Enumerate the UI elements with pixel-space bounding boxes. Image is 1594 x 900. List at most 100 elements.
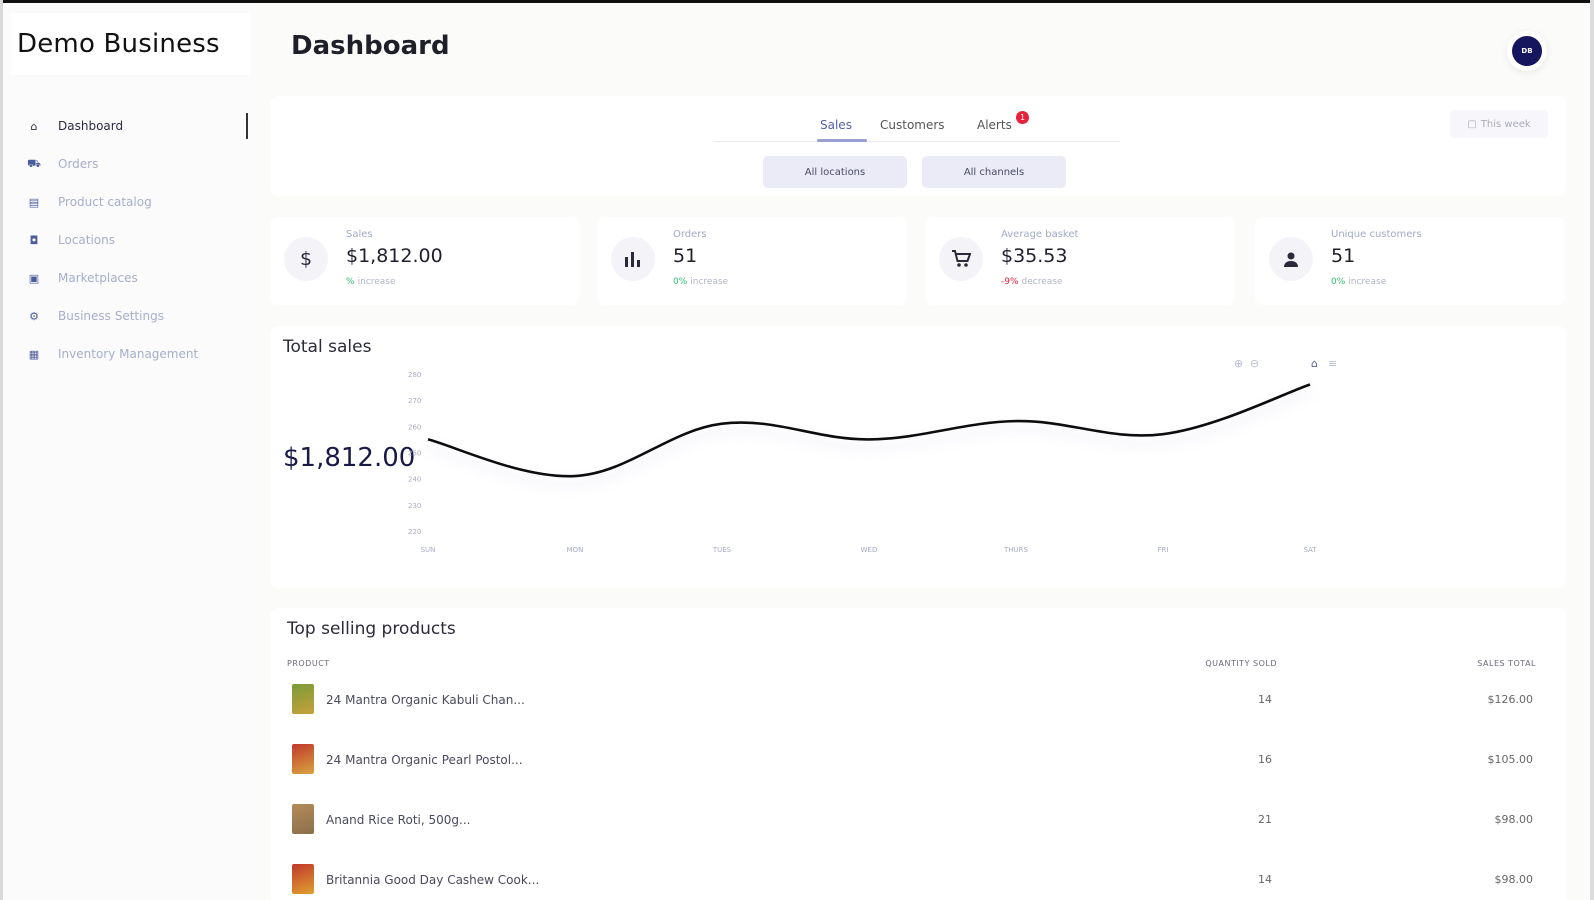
sidebar-item-label: Orders bbox=[58, 157, 99, 171]
sales-series-line bbox=[427, 383, 1311, 478]
tab-customers[interactable]: Customers bbox=[880, 108, 945, 142]
y-tick-label: 250 bbox=[408, 450, 421, 458]
sidebar-item-product-catalog[interactable]: ▤ Product catalog bbox=[3, 183, 253, 221]
avatar-initials: DB bbox=[1512, 36, 1542, 66]
sidebar-item-marketplaces[interactable]: ▣ Marketplaces bbox=[3, 259, 253, 297]
inventory-icon: ▦ bbox=[28, 347, 40, 361]
stat-delta-word: increase bbox=[357, 277, 396, 287]
product-name: 24 Mantra Organic Pearl Postol... bbox=[326, 753, 523, 767]
gear-icon: ⚙ bbox=[29, 309, 39, 323]
quantity-sold: 14 bbox=[1258, 873, 1272, 886]
stat-value: 51 bbox=[1331, 245, 1356, 267]
data-point-tues[interactable] bbox=[718, 420, 726, 428]
table-row[interactable]: 24 Mantra Organic Pearl Postol... 16 $105.… bbox=[270, 731, 1566, 791]
sidebar-item-orders[interactable]: ⛟ Orders bbox=[3, 145, 253, 183]
y-tick-label: 240 bbox=[408, 476, 421, 484]
stat-delta-word: decrease bbox=[1021, 277, 1063, 287]
x-tick-label: SUN bbox=[421, 546, 436, 554]
stat-delta-word: increase bbox=[1348, 277, 1387, 287]
zoom-in-icon[interactable]: ⊕ bbox=[1234, 357, 1243, 370]
table-row[interactable]: 24 Mantra Organic Kabuli Chan... 14 $126.0… bbox=[270, 671, 1566, 731]
quantity-sold: 14 bbox=[1258, 693, 1272, 706]
column-header-product: PRODUCT bbox=[287, 659, 330, 668]
cart-icon: ⛟ bbox=[27, 156, 41, 170]
stat-delta: % increase bbox=[346, 277, 396, 287]
x-tick-label: MON bbox=[567, 546, 584, 554]
cart-icon bbox=[939, 237, 983, 281]
chart-menu-icon[interactable]: ≡ bbox=[1328, 357, 1337, 370]
data-point-sun[interactable] bbox=[424, 435, 432, 443]
zoom-out-icon[interactable]: ⊖ bbox=[1250, 357, 1259, 370]
y-tick-label: 280 bbox=[408, 371, 421, 379]
sales-total: $98.00 bbox=[1494, 873, 1534, 886]
sidebar-item-dashboard[interactable]: ⌂ Dashboard bbox=[3, 107, 253, 145]
stat-card-sales: $ Sales $1,812.00 % increase bbox=[270, 217, 580, 305]
column-header-quantity-sold: QUANTITY SOLD bbox=[1205, 659, 1277, 668]
table-row[interactable]: Anand Rice Roti, 500g... 21 $98.00 bbox=[270, 791, 1566, 851]
sales-total: $126.00 bbox=[1487, 693, 1534, 706]
x-tick-label: TUES bbox=[712, 546, 732, 554]
stat-delta-percent: % bbox=[346, 277, 355, 287]
brand-logo[interactable]: Demo Business bbox=[11, 13, 251, 75]
stat-delta: 0% increase bbox=[673, 277, 728, 287]
total-sales-card: Total sales $1,812.00 ⊕ ⊖ ⌂ ≡ 280 270 260 2… bbox=[270, 326, 1566, 588]
sidebar-nav: ⌂ Dashboard ⛟ Orders ▤ Product catalog ◘ Locati… bbox=[3, 107, 253, 373]
data-point-fri[interactable] bbox=[1159, 430, 1167, 438]
y-tick-label: 220 bbox=[408, 528, 421, 536]
sales-total: $98.00 bbox=[1494, 813, 1534, 826]
product-name: 24 Mantra Organic Kabuli Chan... bbox=[326, 693, 525, 707]
stat-card-average-basket: Average basket $35.53 -9% decrease bbox=[925, 217, 1235, 305]
period-selector-button[interactable]: ▢ This week bbox=[1450, 110, 1548, 138]
chart-toolbar: ⊕ ⊖ ⌂ ≡ bbox=[1234, 357, 1337, 370]
sidebar-item-locations[interactable]: ◘ Locations bbox=[3, 221, 253, 259]
stat-label: Sales bbox=[346, 229, 373, 240]
sidebar-item-business-settings[interactable]: ⚙ Business Settings bbox=[3, 297, 253, 335]
sales-line-chart: ⊕ ⊖ ⌂ ≡ 280 270 260 250 240 230 220 SUN MON TUES W… bbox=[408, 357, 1337, 554]
alerts-count-badge: 1 bbox=[1016, 111, 1029, 124]
stat-value: $1,812.00 bbox=[346, 245, 443, 267]
product-thumbnail bbox=[292, 744, 314, 774]
top-products-card: Top selling products PRODUCT QUANTITY SO… bbox=[270, 608, 1566, 900]
sidebar-item-label: Business Settings bbox=[58, 309, 164, 323]
locations-filter-button[interactable]: All locations bbox=[763, 156, 907, 188]
product-name: Anand Rice Roti, 500g... bbox=[326, 813, 471, 827]
product-name: Britannia Good Day Cashew Cook... bbox=[326, 873, 540, 887]
product-thumbnail bbox=[292, 864, 314, 894]
sidebar: Demo Business ⌂ Dashboard ⛟ Orders ▤ Product … bbox=[3, 3, 253, 900]
sidebar-item-label: Marketplaces bbox=[58, 271, 138, 285]
location-icon: ◘ bbox=[29, 233, 39, 247]
window-right-border bbox=[1590, 0, 1594, 900]
page-title: Dashboard bbox=[291, 31, 450, 61]
calendar-icon: ▢ bbox=[1467, 118, 1477, 130]
x-tick-label: WED bbox=[861, 546, 878, 554]
period-selector-label: This week bbox=[1480, 118, 1531, 130]
sidebar-item-inventory-management[interactable]: ▦ Inventory Management bbox=[3, 335, 253, 373]
filter-panel: Sales Customers Alerts 1 ▢ This week All… bbox=[270, 96, 1566, 196]
stat-label: Average basket bbox=[1001, 229, 1079, 240]
quantity-sold: 16 bbox=[1258, 753, 1272, 766]
channels-filter-label: All channels bbox=[963, 166, 1025, 178]
catalog-icon: ▤ bbox=[28, 195, 40, 209]
brand-name: Demo Business bbox=[17, 29, 220, 59]
x-tick-label: FRI bbox=[1158, 546, 1169, 554]
store-icon: ▣ bbox=[28, 271, 40, 285]
product-thumbnail bbox=[292, 684, 314, 714]
stat-label: Orders bbox=[673, 229, 707, 240]
table-row[interactable]: Britannia Good Day Cashew Cook... 14 $98.0… bbox=[270, 851, 1566, 900]
data-point-mon[interactable] bbox=[571, 472, 579, 480]
column-header-sales-total: SALES TOTAL bbox=[1477, 659, 1536, 668]
data-point-wed[interactable] bbox=[865, 435, 873, 443]
sales-total: $105.00 bbox=[1487, 753, 1534, 766]
tab-alerts[interactable]: Alerts bbox=[977, 108, 1012, 142]
stat-delta: -9% decrease bbox=[1001, 277, 1063, 287]
reset-zoom-icon[interactable]: ⌂ bbox=[1311, 357, 1318, 370]
avatar[interactable]: DB bbox=[1507, 31, 1547, 71]
data-point-thurs[interactable] bbox=[1012, 417, 1020, 425]
tab-bar: Sales Customers Alerts 1 bbox=[714, 108, 1120, 142]
data-point-sat[interactable] bbox=[1306, 380, 1314, 388]
x-tick-label: THURS bbox=[1003, 546, 1029, 554]
sidebar-item-label: Locations bbox=[58, 233, 116, 247]
channels-filter-button[interactable]: All channels bbox=[922, 156, 1066, 188]
tab-customers-label: Customers bbox=[880, 118, 945, 132]
tab-sales[interactable]: Sales bbox=[820, 108, 852, 142]
